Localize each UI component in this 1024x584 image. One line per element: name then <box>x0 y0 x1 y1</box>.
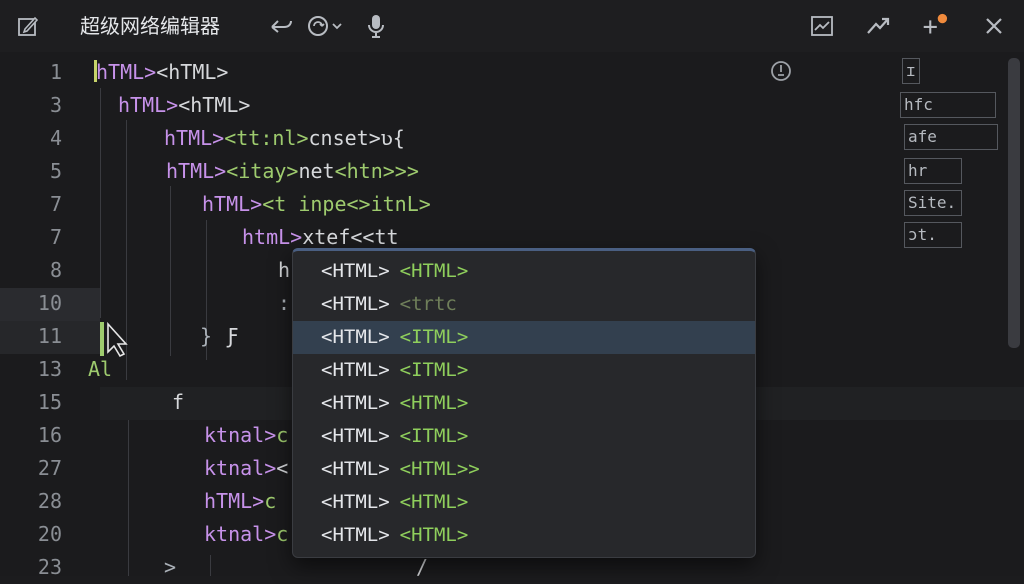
code-line[interactable]: ktnal>c <box>204 518 288 551</box>
outline-item[interactable]: Site. <box>904 190 962 216</box>
line-number: 28 <box>37 489 62 513</box>
line-number: 3 <box>49 93 62 117</box>
code-line[interactable]: ktnal>< <box>204 452 288 485</box>
code-line[interactable]: hTML><tt:nl>cnset>ʋ{ <box>164 122 405 155</box>
line-number: 16 <box>37 423 62 447</box>
code-line[interactable]: hTML>c <box>204 485 276 518</box>
outline-item[interactable]: ɪ <box>902 58 920 84</box>
microphone-icon[interactable] <box>362 12 390 40</box>
line-number: 4 <box>49 126 62 150</box>
line-number: 11 <box>37 324 62 348</box>
close-icon[interactable] <box>980 12 1008 40</box>
suggestion-item[interactable]: <HTML> <ITML> <box>293 354 755 387</box>
line-number: 5 <box>49 159 62 183</box>
line-number: 13 <box>37 357 62 381</box>
outline-panel: ɪ hfc afe hr Site. ɔt. <box>900 52 1010 412</box>
indent-guide <box>128 420 129 576</box>
window-title: 超级网络编辑器 <box>80 14 220 38</box>
status-icon[interactable] <box>770 60 792 86</box>
chart-icon[interactable] <box>808 12 836 40</box>
line-number: 10 <box>37 291 62 315</box>
suggestion-item[interactable]: <HTML> <trtc <box>293 288 755 321</box>
outline-item[interactable]: afe <box>904 124 998 150</box>
code-line[interactable]: : <box>278 287 290 320</box>
line-number: 7 <box>49 192 62 216</box>
code-line[interactable]: hTML><itay>net<htn>>> <box>166 155 419 188</box>
line-number: 20 <box>37 522 62 546</box>
trend-icon[interactable] <box>865 12 893 40</box>
code-line[interactable]: f <box>172 386 184 419</box>
suggestion-item[interactable]: <HTML> <HTML> <box>293 387 755 420</box>
line-gutter: 1 3 4 5 7 7 8 10 11 13 15 16 27 28 20 23 <box>0 52 80 579</box>
code-line[interactable]: ktnal>c <box>204 419 288 452</box>
suggestion-item[interactable]: <HTML> <HTML> <box>293 519 755 552</box>
autocomplete-popup: <HTML> <HTML> <HTML> <trtc <HTML> <ITML> <H… <box>292 248 756 558</box>
title-bar: 超级网络编辑器 <box>0 0 1024 52</box>
code-line[interactable]: Al <box>88 353 112 386</box>
code-line[interactable]: h <box>278 254 290 287</box>
suggestion-item[interactable]: <HTML> <ITML> <box>293 420 755 453</box>
edit-icon[interactable] <box>14 12 42 40</box>
indent-guide <box>170 186 171 356</box>
vertical-scrollbar[interactable] <box>1008 58 1020 348</box>
line-number: 8 <box>49 258 62 282</box>
code-line[interactable]: hTML><t inpe<>itnL> <box>202 188 431 221</box>
line-number: 15 <box>37 390 62 414</box>
code-line[interactable]: hTML><hTML> <box>118 89 250 122</box>
code-line[interactable]: hTML><hTML> <box>96 56 228 89</box>
outline-item[interactable]: hr <box>904 158 962 184</box>
outline-item[interactable]: hfc <box>900 92 996 118</box>
sync-dropdown-icon[interactable] <box>306 12 346 40</box>
suggestion-item[interactable]: <HTML> <HTML> <box>293 486 755 519</box>
suggestion-item[interactable]: <HTML> <HTML> <box>293 255 755 288</box>
suggestion-item-selected[interactable]: <HTML> <ITML> <box>293 321 755 354</box>
add-badge-icon[interactable] <box>920 12 948 40</box>
line-number: 23 <box>37 555 62 579</box>
code-line[interactable]: } Ƒ <box>200 320 238 353</box>
line-number: 27 <box>37 456 62 480</box>
line-number: 7 <box>49 225 62 249</box>
suggestion-item[interactable]: <HTML> <HTML>> <box>293 453 755 486</box>
undo-icon[interactable] <box>268 12 296 40</box>
line-number: 1 <box>49 60 62 84</box>
indent-guide <box>100 88 101 318</box>
outline-item[interactable]: ɔt. <box>904 222 962 248</box>
